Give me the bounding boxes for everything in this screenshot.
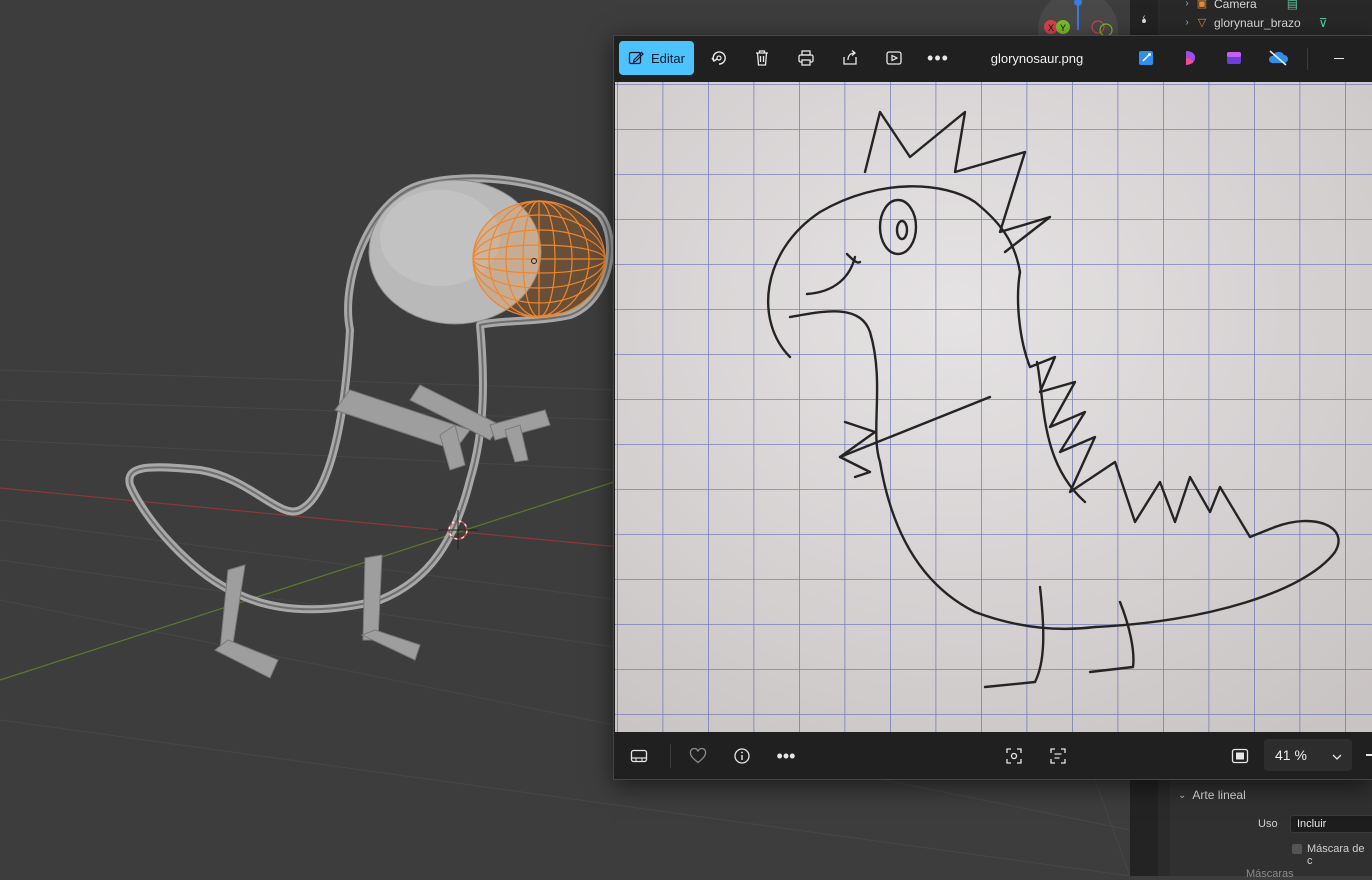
paint-app-button[interactable]: [1173, 41, 1207, 75]
navigation-gizmo[interactable]: X Y: [1036, 0, 1120, 36]
chevron-down-icon: ⌄: [1178, 789, 1187, 801]
glorynosaur-drawing: [615, 82, 1372, 732]
bottom-more-button[interactable]: •••: [769, 739, 803, 773]
photos-window: Editar ••• glorynosaur.png ••• 41 %: [613, 35, 1372, 780]
filmstrip-button[interactable]: [622, 739, 656, 773]
photos-bottom-bar: ••• 41 %: [614, 732, 1372, 779]
uso-dropdown[interactable]: Incluir: [1290, 815, 1372, 833]
mesh-data-icon[interactable]: ⊽: [1319, 16, 1328, 30]
mesh-triangle-icon: ▽: [1197, 17, 1207, 29]
visual-search-button[interactable]: [997, 739, 1031, 773]
gizmo-x-label: X: [1048, 23, 1054, 33]
scan-text-icon: [1050, 748, 1066, 764]
properties-editor: ⌄ Arte lineal Uso Incluir Máscara de c M…: [1170, 780, 1372, 880]
file-title: glorynosaur.png: [990, 51, 1084, 66]
minimize-icon: [1334, 57, 1344, 59]
info-button[interactable]: [725, 739, 759, 773]
zoom-value: 41 %: [1275, 747, 1307, 763]
camera-data-icon[interactable]: ▤: [1287, 0, 1298, 11]
uso-label: Uso: [1258, 818, 1278, 830]
chevron-down-icon: [1332, 747, 1342, 763]
more-dots-icon: •••: [776, 746, 796, 766]
clipchamp-button[interactable]: [1217, 41, 1251, 75]
actual-size-button[interactable]: [1223, 739, 1257, 773]
info-icon: [734, 748, 750, 764]
designer-edit-icon: [1139, 51, 1153, 65]
onedrive-cloud-off-icon: [1268, 50, 1288, 66]
mask-checkbox[interactable]: [1292, 844, 1302, 854]
minimize-button[interactable]: [1322, 41, 1356, 75]
designer-button[interactable]: [1129, 41, 1163, 75]
overflow-indicator-icon[interactable]: [1366, 754, 1372, 756]
filmstrip-icon: [630, 749, 648, 763]
image-canvas[interactable]: [615, 82, 1372, 732]
outliner-item-label: Camera: [1214, 0, 1257, 11]
lineart-section-header[interactable]: ⌄ Arte lineal: [1178, 788, 1246, 802]
outliner-item-camera[interactable]: › ▣ Camera ▤: [1180, 0, 1298, 12]
outliner: › ▣ Camera ▤ › ▽ glorynaur_brazo ⊽: [1160, 0, 1372, 34]
favorite-button[interactable]: [681, 739, 715, 773]
zoom-dropdown[interactable]: 41 %: [1264, 739, 1352, 771]
expand-chevron-icon[interactable]: ›: [1180, 0, 1194, 9]
gizmo-y-label: Y: [1060, 23, 1066, 33]
outliner-item-label: glorynaur_brazo: [1214, 15, 1301, 30]
photos-toolbar: Editar ••• glorynosaur.png: [614, 36, 1372, 82]
mask-label: Máscara de c: [1307, 843, 1365, 867]
visual-search-icon: [1006, 748, 1022, 764]
onedrive-button[interactable]: [1261, 41, 1295, 75]
heart-icon: [689, 748, 707, 764]
restrict-dot-icon[interactable]: [1142, 19, 1146, 23]
collapse-chevron-icon[interactable]: ‹: [1130, 0, 1158, 34]
paint-logo-icon: [1186, 51, 1196, 65]
clipchamp-icon: [1227, 52, 1241, 64]
section-title: Arte lineal: [1192, 788, 1246, 802]
scan-text-button[interactable]: [1041, 739, 1075, 773]
outliner-item-glorynaur-brazo[interactable]: › ▽ glorynaur_brazo ⊽: [1180, 14, 1328, 31]
camera-icon: ▣: [1196, 0, 1208, 10]
expand-chevron-icon[interactable]: ›: [1180, 17, 1194, 28]
masks-label: Máscaras: [1246, 868, 1294, 880]
fit-view-icon: [1231, 748, 1249, 764]
